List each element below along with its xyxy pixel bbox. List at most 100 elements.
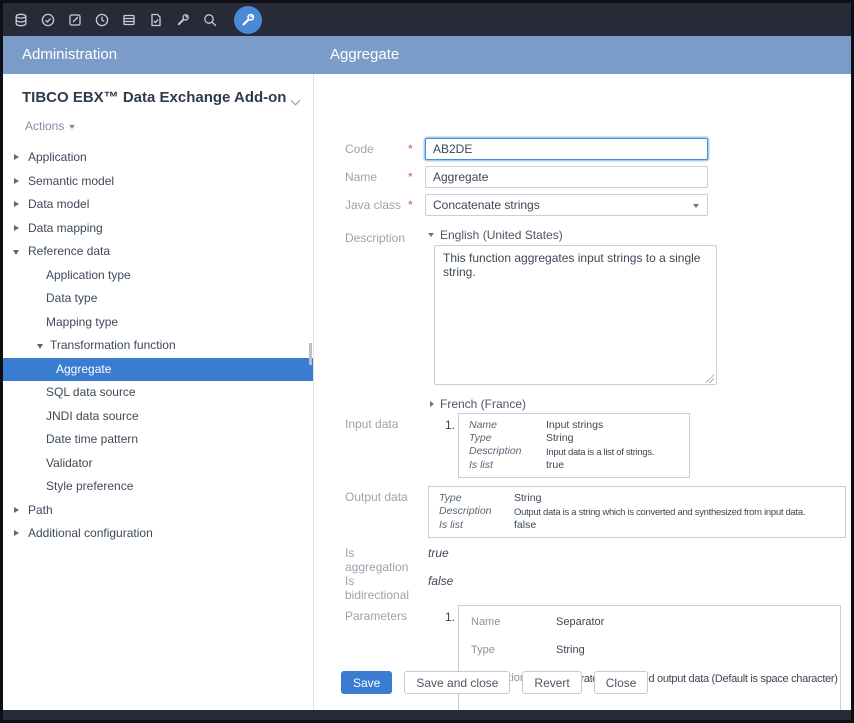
expander-icon[interactable]: [13, 250, 19, 255]
save-and-close-button[interactable]: Save and close: [404, 671, 510, 694]
kv-row: DescriptionOutput data is a string which…: [439, 505, 837, 519]
description-row: Description English (United States) This…: [345, 227, 717, 411]
chevron-down-icon[interactable]: [291, 96, 301, 106]
tree-item-label: Data type: [46, 291, 97, 305]
is-aggregation-value: true: [428, 542, 449, 560]
search-icon[interactable]: [201, 11, 219, 29]
tree-item-label: Reference data: [28, 244, 110, 258]
kv-value: Input strings: [546, 419, 603, 432]
code-input[interactable]: [425, 138, 708, 160]
kv-value: true: [546, 459, 564, 472]
parameters-label: Parameters: [345, 605, 408, 623]
tree-item-sql-data-source[interactable]: SQL data source: [3, 381, 313, 405]
kv-row: TypeString: [469, 432, 681, 445]
input-data-box: NameInput strings TypeString Description…: [458, 413, 690, 478]
kv-row: DescriptionInput data is a list of strin…: [469, 445, 681, 459]
locale-label-french: French (France): [440, 397, 526, 411]
param-value: String: [556, 643, 585, 657]
tree-item-label: Data model: [28, 197, 89, 211]
name-label: Name: [345, 166, 408, 184]
list-index: 1.: [445, 413, 458, 432]
tree-item-label: Application type: [46, 268, 131, 282]
scrollbar-thumb[interactable]: [309, 343, 312, 365]
validation-icon[interactable]: [147, 11, 165, 29]
list-index: 1.: [445, 605, 458, 624]
locale-toggle-french[interactable]: French (France): [430, 396, 717, 411]
tree-item-mapping-type[interactable]: Mapping type: [3, 311, 313, 335]
tree-item-data-mapping[interactable]: Data mapping: [3, 217, 313, 241]
tree-item-semantic-model[interactable]: Semantic model: [3, 170, 313, 194]
tree-item-transformation-function[interactable]: Transformation function: [3, 334, 313, 358]
kv-row: Is listtrue: [469, 459, 681, 472]
tree-item-jndi-data-source[interactable]: JNDI data source: [3, 405, 313, 429]
actions-menu[interactable]: Actions: [25, 119, 75, 133]
spacer: [408, 486, 425, 490]
tree-item-reference-data[interactable]: Reference data: [3, 240, 313, 264]
tree-item-label: SQL data source: [46, 385, 136, 399]
tree-item-label: Transformation function: [50, 338, 176, 352]
nav-tree: Application Semantic model Data model Da…: [3, 146, 313, 546]
required-asterisk: *: [408, 194, 425, 212]
revert-button[interactable]: Revert: [522, 671, 581, 694]
tree-item-aggregate[interactable]: Aggregate: [3, 358, 313, 382]
output-data-label: Output data: [345, 486, 408, 504]
expander-icon[interactable]: [14, 530, 19, 536]
kv-value: String: [546, 432, 573, 445]
param-row: TypeString: [471, 643, 832, 657]
required-asterisk: *: [408, 138, 425, 156]
module-title-row: TIBCO EBX™ Data Exchange Add-on: [3, 74, 313, 106]
expander-icon[interactable]: [14, 178, 19, 184]
tree-item-style-preference[interactable]: Style preference: [3, 475, 313, 499]
tree-item-label: Aggregate: [56, 362, 111, 376]
output-data-box: TypeString DescriptionOutput data is a s…: [428, 486, 846, 538]
tree-item-path[interactable]: Path: [3, 499, 313, 523]
tree-item-data-model[interactable]: Data model: [3, 193, 313, 217]
tree-item-data-type[interactable]: Data type: [3, 287, 313, 311]
expander-icon[interactable]: [37, 344, 43, 349]
kv-row: NameInput strings: [469, 419, 681, 432]
schedule-icon[interactable]: [93, 11, 111, 29]
tools-icon[interactable]: [174, 11, 192, 29]
kv-key: Description: [469, 445, 546, 459]
expander-icon[interactable]: [14, 154, 19, 160]
tree-item-application-type[interactable]: Application type: [3, 264, 313, 288]
tree-item-label: Semantic model: [28, 174, 114, 188]
table-icon[interactable]: [120, 11, 138, 29]
close-button[interactable]: Close: [594, 671, 649, 694]
app-window: Administration Aggregate TIBCO EBX™ Data…: [0, 0, 854, 723]
locale-toggle-english[interactable]: English (United States): [428, 227, 717, 242]
description-locales: English (United States) This function ag…: [428, 227, 717, 411]
caret-down-icon: [693, 204, 699, 208]
tree-item-date-time-pattern[interactable]: Date time pattern: [3, 428, 313, 452]
top-toolbar: [3, 3, 851, 36]
name-input[interactable]: [425, 166, 708, 188]
expander-icon[interactable]: [14, 225, 19, 231]
is-bidirectional-label: Is bidirectional: [345, 570, 408, 602]
expander-icon[interactable]: [14, 201, 19, 207]
tree-item-label: Application: [28, 150, 87, 164]
triangle-right-icon: [430, 401, 434, 407]
parameters-box: NameSeparator TypeString DescriptionSepa…: [458, 605, 841, 710]
history-check-icon[interactable]: [39, 11, 57, 29]
kv-key: Type: [439, 492, 514, 505]
datasets-icon[interactable]: [12, 11, 30, 29]
tree-item-label: Validator: [46, 456, 92, 470]
expander-icon[interactable]: [14, 507, 19, 513]
tree-item-additional-configuration[interactable]: Additional configuration: [3, 522, 313, 546]
output-data-row: Output data TypeString DescriptionOutput…: [345, 486, 846, 538]
tree-item-application[interactable]: Application: [3, 146, 313, 170]
tasks-icon[interactable]: [66, 11, 84, 29]
code-label: Code: [345, 138, 408, 156]
administration-wrench-icon[interactable]: [234, 6, 262, 34]
tree-item-label: Date time pattern: [46, 432, 138, 446]
bottom-frame: [3, 710, 851, 720]
java-class-select[interactable]: Concatenate strings: [425, 194, 708, 216]
param-key: Type: [471, 643, 556, 657]
java-class-row: Java class * Concatenate strings: [345, 194, 708, 216]
resize-handle-icon[interactable]: [705, 374, 714, 383]
description-textarea-english[interactable]: This function aggregates input strings t…: [434, 245, 717, 385]
actions-label: Actions: [25, 119, 64, 133]
locale-label-english: English (United States): [440, 228, 563, 242]
tree-item-validator[interactable]: Validator: [3, 452, 313, 476]
save-button[interactable]: Save: [341, 671, 392, 694]
